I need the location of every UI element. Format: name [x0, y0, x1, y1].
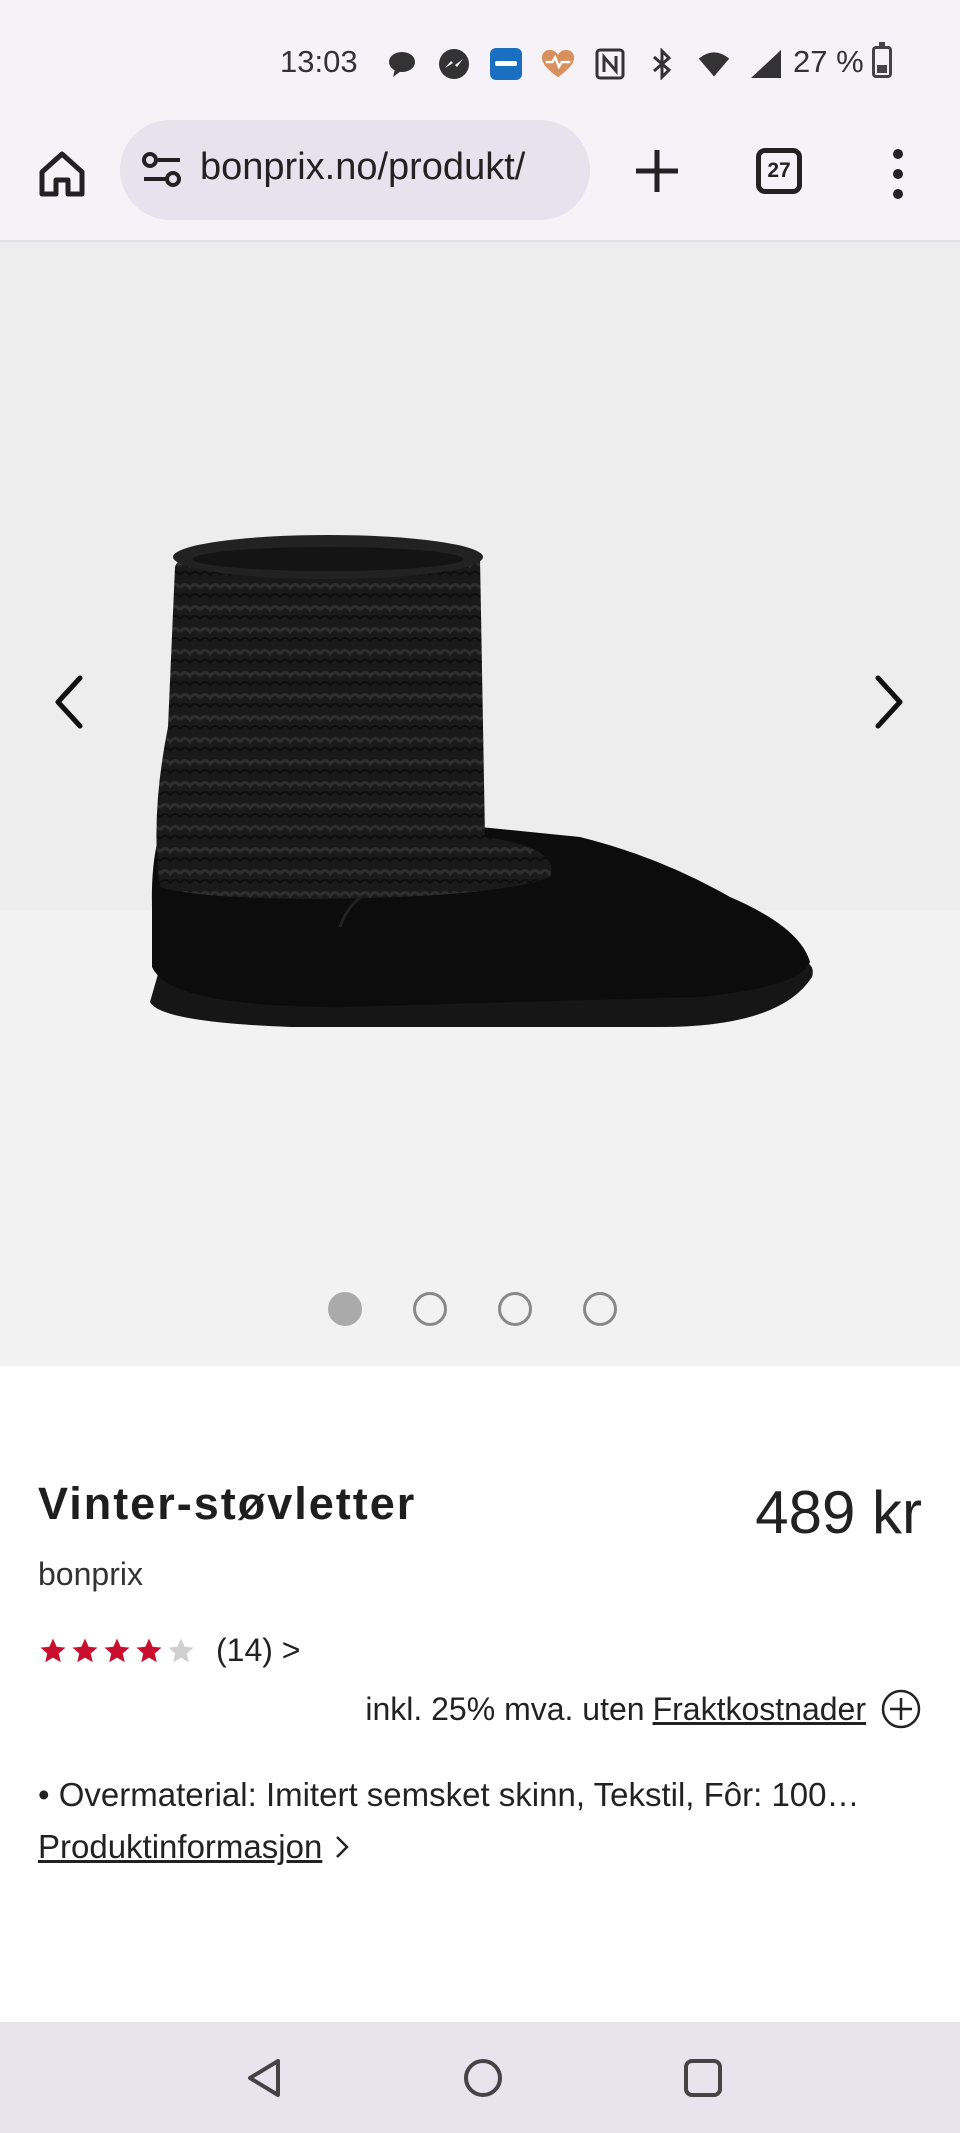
address-bar[interactable]: bonprix.no/produkt/	[120, 120, 590, 220]
signal-icon	[749, 47, 783, 81]
recents-square-icon[interactable]	[680, 2055, 726, 2101]
gallery-dot[interactable]	[328, 1292, 362, 1326]
rating-count-link[interactable]: (14) >	[216, 1632, 300, 1669]
star-icon	[136, 1638, 162, 1662]
product-description: • Overmaterial: Imitert semsket skinn, T…	[38, 1776, 860, 1813]
url-text[interactable]: bonprix.no/produkt/	[200, 146, 580, 189]
star-icon	[72, 1638, 98, 1662]
tab-switcher-button[interactable]: 27	[756, 148, 802, 194]
product-information-link[interactable]: Produktinformasjon	[38, 1828, 352, 1866]
product-price: 489 kr	[755, 1479, 922, 1546]
new-tab-icon[interactable]	[630, 144, 684, 198]
expand-plus-icon[interactable]	[880, 1688, 922, 1730]
wifi-icon	[697, 47, 731, 81]
rating-stars	[38, 1636, 198, 1666]
nfc-icon	[593, 47, 627, 81]
gallery-dot[interactable]	[413, 1292, 447, 1326]
product-image-gallery[interactable]	[0, 242, 960, 1366]
heart-rate-icon	[541, 47, 575, 81]
next-image-arrow-icon[interactable]	[858, 662, 918, 742]
back-icon[interactable]	[242, 2055, 288, 2101]
product-image	[150, 535, 813, 1027]
star-icon	[104, 1638, 130, 1662]
status-icons	[385, 44, 783, 84]
more-options-icon[interactable]	[880, 144, 916, 204]
browser-toolbar: bonprix.no/produkt/ 27	[0, 120, 960, 242]
messenger-icon	[437, 47, 471, 81]
vat-info: inkl. 25% mva. uten Fraktkostnader	[365, 1688, 922, 1730]
chevron-right-icon	[336, 1836, 350, 1858]
tab-count: 27	[767, 159, 791, 182]
star-icon	[40, 1638, 66, 1662]
shipping-costs-link[interactable]: Fraktkostnader	[653, 1691, 866, 1728]
product-info-section: Vinter-støvletter bonprix 489 kr (14) > …	[0, 1366, 960, 2022]
product-brand: bonprix	[38, 1556, 143, 1592]
app-icon	[489, 47, 523, 81]
product-title: Vinter-støvletter	[38, 1478, 417, 1529]
site-settings-icon[interactable]	[140, 150, 184, 190]
status-bar: 13:03 27 %	[0, 0, 960, 120]
system-navigation-bar	[0, 2022, 960, 2133]
battery-percent: 27 %	[793, 44, 864, 79]
gallery-dot[interactable]	[498, 1292, 532, 1326]
gallery-pagination	[328, 1292, 617, 1326]
gallery-dot[interactable]	[583, 1292, 617, 1326]
previous-image-arrow-icon[interactable]	[40, 662, 100, 742]
star-icon	[168, 1638, 194, 1662]
product-rating[interactable]: (14) >	[38, 1632, 300, 1669]
battery-icon	[872, 42, 892, 78]
home-icon[interactable]	[34, 146, 90, 202]
product-information-label[interactable]: Produktinformasjon	[38, 1828, 322, 1866]
home-circle-icon[interactable]	[460, 2055, 506, 2101]
bluetooth-icon	[645, 47, 679, 81]
chat-bubble-icon	[385, 47, 419, 81]
vat-text: inkl. 25% mva. uten	[365, 1690, 645, 1727]
status-time: 13:03	[280, 44, 358, 79]
